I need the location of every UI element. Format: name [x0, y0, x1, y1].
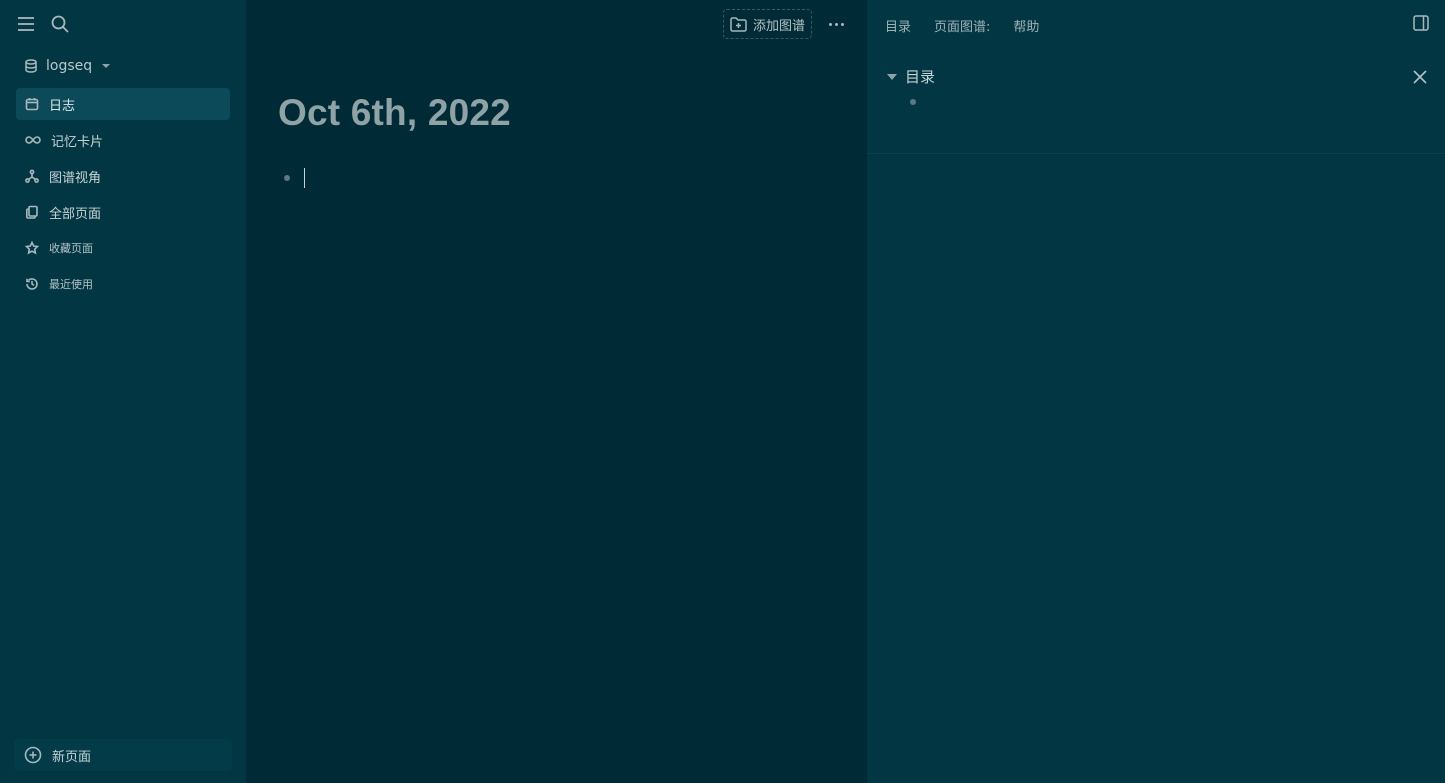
sidebar-item-graph-view[interactable]: 图谱视角 [16, 160, 230, 192]
folder-plus-icon [730, 16, 747, 32]
sidebar-item-label: 记忆卡片 [51, 134, 104, 150]
page-title[interactable]: Oct 6th, 2022 [278, 92, 511, 134]
database-icon [25, 59, 37, 73]
close-icon[interactable] [1411, 68, 1429, 86]
sidebar-item-label: 最近使用 [49, 278, 93, 291]
right-sidebar: 目录 页面图谱: 帮助 目录 [867, 0, 1445, 783]
add-graph-button[interactable]: 添加图谱 [723, 9, 813, 39]
right-sidebar-tabs: 目录 页面图谱: 帮助 [885, 16, 1039, 35]
sidebar-item-recent[interactable]: 最近使用 [16, 268, 230, 300]
text-cursor [304, 168, 305, 188]
tab-help[interactable]: 帮助 [1013, 16, 1039, 35]
graph-name: logseq [46, 58, 93, 74]
sidebar-item-favorites[interactable]: 收藏页面 [16, 232, 230, 264]
history-icon [26, 278, 38, 290]
more-icon[interactable] [825, 14, 847, 34]
sidebar-item-journals[interactable]: 日志 [16, 88, 230, 120]
sidebar-item-all-pages[interactable]: 全部页面 [16, 196, 230, 228]
sidebar-item-label: 收藏页面 [49, 242, 93, 255]
tab-contents[interactable]: 目录 [885, 16, 911, 35]
star-icon [25, 241, 39, 255]
block-editor[interactable] [284, 168, 305, 188]
graph-icon [25, 169, 39, 183]
sidebar-toggle-icon[interactable] [1412, 14, 1430, 32]
left-sidebar: logseq 日志 记忆卡片 图谱视角 全部页面 收藏页面 最近使用 新页面 [0, 0, 246, 783]
contents-block-bullet[interactable] [910, 99, 916, 105]
menu-icon[interactable] [16, 14, 36, 34]
sidebar-item-label: 日志 [49, 98, 76, 114]
new-page-label: 新页面 [52, 749, 92, 765]
collapse-triangle-icon [887, 73, 897, 80]
sidebar-item-label: 图谱视角 [49, 170, 102, 186]
sidebar-item-label: 全部页面 [49, 206, 102, 222]
main-content: 添加图谱 Oct 6th, 2022 [246, 0, 867, 783]
contents-panel-header[interactable]: 目录 [887, 66, 935, 87]
block-bullet[interactable] [284, 175, 290, 181]
new-page-button[interactable]: 新页面 [14, 739, 232, 771]
add-graph-label: 添加图谱 [753, 18, 806, 34]
graph-selector[interactable]: logseq [24, 58, 111, 74]
pages-icon [26, 205, 38, 219]
chevron-down-icon [102, 64, 111, 68]
sidebar-nav: 日志 记忆卡片 图谱视角 全部页面 收藏页面 最近使用 [16, 88, 230, 304]
contents-panel: 目录 [867, 56, 1445, 154]
search-icon[interactable] [50, 14, 70, 34]
calendar-icon [25, 98, 39, 111]
sidebar-top-icons [16, 14, 70, 34]
tab-page-graph[interactable]: 页面图谱: [934, 16, 990, 35]
sidebar-item-flashcards[interactable]: 记忆卡片 [16, 124, 230, 156]
contents-panel-title: 目录 [905, 68, 936, 86]
plus-circle-icon [24, 746, 42, 764]
infinity-icon [25, 136, 41, 144]
